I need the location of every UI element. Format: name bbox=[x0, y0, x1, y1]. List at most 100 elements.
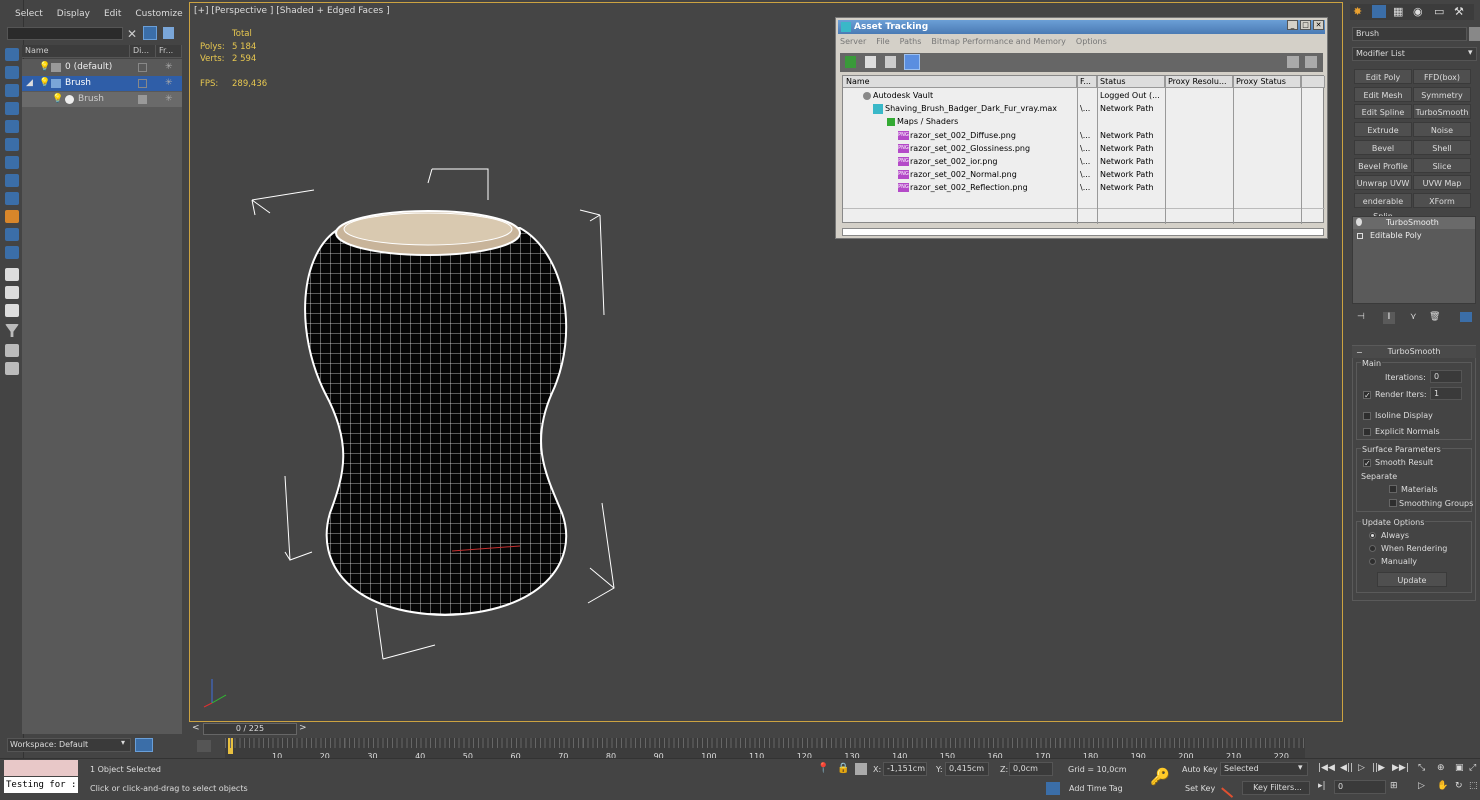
stack-item[interactable]: TurboSmooth bbox=[1353, 217, 1475, 229]
iterations-spinner[interactable]: 0 bbox=[1430, 370, 1462, 383]
key-mode-icon[interactable]: ▸| bbox=[1318, 781, 1326, 791]
col-freeze[interactable]: Fr... bbox=[156, 45, 182, 57]
menu-options[interactable]: Options bbox=[1076, 37, 1107, 46]
table-row[interactable]: PNGrazor_set_002_Reflection.png \... Netwo… bbox=[843, 181, 1325, 194]
show-end-result-icon[interactable]: I bbox=[1383, 312, 1395, 324]
key-icon[interactable]: 🔑 bbox=[1150, 767, 1170, 786]
refresh-icon[interactable] bbox=[845, 56, 856, 68]
lock-selection-icon[interactable]: 🔒 bbox=[837, 763, 849, 774]
display-groups-icon[interactable] bbox=[5, 192, 19, 205]
menu-server[interactable]: Server bbox=[840, 37, 866, 46]
hierarchy-icon[interactable] bbox=[5, 362, 19, 375]
modifier-button[interactable]: Edit Mesh bbox=[1354, 86, 1412, 102]
maxscript-listener-top[interactable] bbox=[4, 760, 78, 776]
chevron-down-icon[interactable]: ▾ bbox=[1468, 48, 1473, 58]
display-helpers-icon[interactable] bbox=[5, 156, 19, 169]
layer-explorer-toggle-icon[interactable] bbox=[135, 738, 153, 752]
explicit-normals-checkbox[interactable] bbox=[1363, 428, 1371, 436]
go-to-start-icon[interactable]: |◀◀ bbox=[1318, 763, 1335, 773]
modifier-button[interactable]: Edit Spline bbox=[1354, 104, 1412, 120]
menu-edit[interactable]: Edit bbox=[97, 6, 128, 22]
key-mode-dropdown[interactable]: Selected bbox=[1220, 762, 1308, 776]
x-coordinate-field[interactable]: -1,151cm bbox=[883, 762, 927, 776]
col-name[interactable]: Name bbox=[22, 45, 130, 57]
minimize-icon[interactable]: _ bbox=[1287, 20, 1298, 30]
isoline-display-checkbox[interactable] bbox=[1363, 412, 1371, 420]
y-coordinate-field[interactable]: 0,415cm bbox=[945, 762, 989, 776]
table-row[interactable]: PNGrazor_set_002_Diffuse.png \... Network … bbox=[843, 129, 1325, 142]
lightbulb-icon[interactable]: 💡 bbox=[39, 76, 50, 91]
isolate-icon[interactable]: 📍 bbox=[817, 763, 829, 774]
window-title[interactable]: Asset Tracking bbox=[838, 20, 1325, 34]
pan-icon[interactable]: ✋ bbox=[1437, 781, 1448, 791]
display-toggle-icon[interactable] bbox=[138, 95, 147, 104]
set-key-button[interactable]: Set Key bbox=[1185, 784, 1215, 793]
stack-item[interactable]: Editable Poly bbox=[1353, 230, 1475, 242]
chevron-down-icon[interactable]: ▾ bbox=[1298, 763, 1303, 773]
curve-editor-icon[interactable] bbox=[197, 740, 211, 752]
menu-file[interactable]: File bbox=[876, 37, 889, 46]
remove-modifier-icon[interactable]: 🗑 bbox=[1429, 312, 1440, 322]
update-button[interactable]: Update bbox=[1377, 572, 1447, 587]
document-icon[interactable] bbox=[5, 304, 19, 317]
make-unique-icon[interactable]: ⋎ bbox=[1410, 312, 1417, 322]
display-toggle-icon[interactable] bbox=[138, 63, 147, 72]
modifier-button[interactable]: Edit Poly bbox=[1354, 69, 1412, 84]
explorer-search-input[interactable] bbox=[7, 27, 123, 40]
motion-tab-icon[interactable]: ◉ bbox=[1413, 5, 1423, 18]
display-tab-icon[interactable]: ▭ bbox=[1434, 5, 1444, 18]
current-frame-field[interactable]: 0 bbox=[1334, 780, 1386, 794]
add-time-tag-icon[interactable] bbox=[1046, 782, 1060, 795]
display-none-icon[interactable] bbox=[5, 66, 19, 79]
menu-customize[interactable]: Customize bbox=[128, 6, 189, 22]
modify-tab-icon[interactable] bbox=[1372, 5, 1386, 18]
explorer-row[interactable]: 💡 Brush ✳ bbox=[22, 92, 182, 107]
modifier-button[interactable]: Bevel bbox=[1354, 139, 1412, 155]
maximize-viewport-icon[interactable]: ⤢ bbox=[1469, 763, 1476, 773]
clear-search-icon[interactable]: ✕ bbox=[127, 27, 137, 41]
zoom-region-icon[interactable]: ▣ bbox=[1455, 763, 1464, 773]
help-icon[interactable] bbox=[1287, 56, 1299, 68]
modifier-button[interactable]: Slice bbox=[1413, 157, 1471, 173]
collapse-arrow-icon[interactable]: ◢ bbox=[26, 76, 33, 91]
previous-frame-icon[interactable]: < bbox=[192, 723, 200, 733]
explorer-row[interactable]: ◢ 💡 Brush ✳ bbox=[22, 76, 182, 91]
display-toggle-icon[interactable] bbox=[138, 79, 147, 88]
modifier-button[interactable]: enderable Splin bbox=[1354, 192, 1412, 221]
freeze-icon[interactable]: ✳ bbox=[165, 76, 173, 91]
display-geometry-icon[interactable] bbox=[5, 84, 19, 97]
chevron-down-icon[interactable]: ▾ bbox=[121, 738, 125, 747]
col-name[interactable]: Name bbox=[843, 76, 1077, 88]
display-shapes-icon[interactable] bbox=[5, 102, 19, 115]
z-coordinate-field[interactable]: 0,0cm bbox=[1009, 762, 1053, 776]
table-view-icon[interactable] bbox=[904, 54, 920, 70]
col-proxy-resolution[interactable]: Proxy Resolu... bbox=[1165, 76, 1233, 88]
tree-view-icon[interactable] bbox=[885, 56, 896, 68]
smooth-result-checkbox[interactable]: ✓ bbox=[1363, 459, 1371, 468]
layers-icon[interactable] bbox=[5, 344, 19, 357]
timeline-ruler[interactable]: 10 20 30 40 50 60 70 80 90 100 110 120 130 140 150 160 1… bbox=[225, 738, 1305, 761]
next-key-icon[interactable]: ||▶ bbox=[1372, 763, 1385, 773]
col-display[interactable]: Di... bbox=[130, 45, 156, 57]
absolute-mode-icon[interactable] bbox=[855, 763, 867, 775]
viewport-toggle-icon[interactable]: ⬚ bbox=[1469, 781, 1478, 791]
materials-checkbox[interactable] bbox=[1389, 485, 1397, 493]
modifier-button[interactable]: TurboSmooth bbox=[1413, 104, 1471, 120]
modifier-button[interactable]: FFD(box) bbox=[1413, 69, 1471, 84]
previous-key-icon[interactable]: ◀|| bbox=[1340, 763, 1353, 773]
when-rendering-radio[interactable] bbox=[1369, 545, 1376, 552]
time-slider[interactable]: 0 / 225 bbox=[203, 723, 297, 735]
key-filters-button[interactable]: Key Filters... bbox=[1242, 781, 1310, 795]
rollout-title[interactable]: TurboSmooth bbox=[1352, 346, 1476, 358]
maximize-icon[interactable]: □ bbox=[1300, 20, 1311, 30]
smoothing-groups-checkbox[interactable] bbox=[1389, 499, 1397, 507]
object-name-input[interactable]: Brush bbox=[1352, 27, 1467, 41]
table-row[interactable]: Maps / Shaders bbox=[843, 115, 1325, 128]
table-row[interactable]: PNGrazor_set_002_Normal.png \... Network P… bbox=[843, 168, 1325, 181]
menu-select[interactable]: Select bbox=[8, 6, 50, 22]
freeze-icon[interactable]: ✳ bbox=[165, 92, 173, 107]
display-spacewarps-icon[interactable] bbox=[5, 174, 19, 187]
list-icon[interactable] bbox=[5, 268, 19, 281]
col-status[interactable]: Status bbox=[1097, 76, 1165, 88]
modifier-button[interactable]: UVW Map bbox=[1413, 175, 1471, 191]
